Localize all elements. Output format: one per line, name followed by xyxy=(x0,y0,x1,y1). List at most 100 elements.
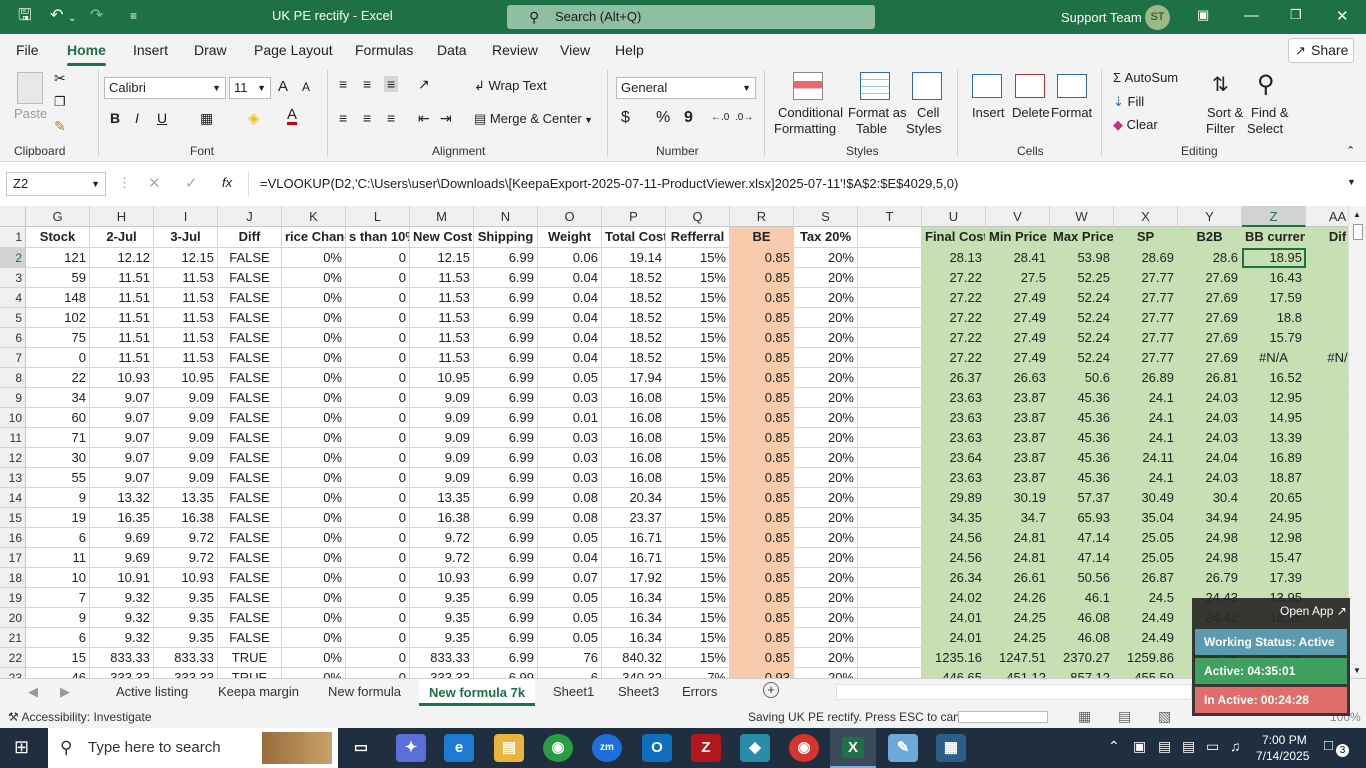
table-cell[interactable]: 333.33 xyxy=(410,668,474,678)
tab-home[interactable]: Home xyxy=(67,42,106,66)
avatar[interactable]: ST xyxy=(1145,5,1170,30)
table-cell[interactable]: 6.99 xyxy=(474,328,538,348)
table-cell[interactable]: 53.98 xyxy=(1050,248,1114,268)
table-cell[interactable]: 27.69 xyxy=(1178,288,1242,308)
table-cell[interactable]: -1 xyxy=(1306,328,1348,348)
table-cell[interactable]: 23.63 xyxy=(922,408,986,428)
table-cell[interactable]: 27.77 xyxy=(1114,308,1178,328)
table-cell[interactable]: 20% xyxy=(794,328,858,348)
name-box[interactable]: Z2 ▼ xyxy=(6,172,106,196)
header-cell[interactable]: Refferral xyxy=(666,227,730,248)
table-cell[interactable]: 10 xyxy=(26,568,90,588)
tab-scroll-left-icon[interactable]: ◀ xyxy=(28,684,38,700)
table-cell[interactable]: 6.99 xyxy=(474,508,538,528)
table-cell[interactable]: 0% xyxy=(282,528,346,548)
table-cell[interactable]: 15% xyxy=(666,528,730,548)
align-middle-icon[interactable]: ≡ xyxy=(363,76,371,92)
decrease-indent-icon[interactable]: ⇤ xyxy=(418,110,430,127)
table-cell[interactable]: 12.15 xyxy=(410,248,474,268)
table-cell[interactable]: 45.36 xyxy=(1050,468,1114,488)
table-cell[interactable]: 15% xyxy=(666,368,730,388)
row-header[interactable]: 22 xyxy=(0,648,26,668)
table-cell[interactable]: 0% xyxy=(282,288,346,308)
table-cell[interactable]: 16.08 xyxy=(602,388,666,408)
table-cell[interactable]: 16.34 xyxy=(602,628,666,648)
table-cell[interactable]: 30.4 xyxy=(1178,488,1242,508)
header-cell[interactable]: Shipping xyxy=(474,227,538,248)
table-cell[interactable]: 20% xyxy=(794,388,858,408)
table-cell[interactable]: 20% xyxy=(794,588,858,608)
table-cell[interactable]: 24.98 xyxy=(1178,528,1242,548)
table-cell[interactable]: 0% xyxy=(282,628,346,648)
table-cell[interactable] xyxy=(858,568,922,588)
row-header[interactable]: 3 xyxy=(0,268,26,288)
conditional-formatting-icon[interactable] xyxy=(793,72,823,100)
row-header[interactable]: 14 xyxy=(0,488,26,508)
table-cell[interactable]: 9.09 xyxy=(410,408,474,428)
column-header[interactable]: W xyxy=(1050,206,1114,227)
table-cell[interactable]: 76 xyxy=(538,648,602,668)
fill-button[interactable]: ⇣ Fill xyxy=(1113,94,1144,110)
table-cell[interactable]: -10 xyxy=(1306,428,1348,448)
table-cell[interactable]: 10.95 xyxy=(410,368,474,388)
table-cell[interactable]: 12.15 xyxy=(154,248,218,268)
table-cell[interactable]: -9 xyxy=(1306,408,1348,428)
increase-font-icon[interactable]: A xyxy=(278,78,288,95)
table-cell[interactable]: 16.08 xyxy=(602,468,666,488)
table-cell[interactable]: 28.41 xyxy=(986,248,1050,268)
table-cell[interactable]: 9.07 xyxy=(90,388,154,408)
table-cell[interactable]: -11 xyxy=(1306,528,1348,548)
table-cell[interactable]: 18.52 xyxy=(602,328,666,348)
sheet-tab-new-formula-7k[interactable]: New formula 7k xyxy=(419,679,536,706)
table-cell[interactable]: 13.35 xyxy=(410,488,474,508)
table-cell[interactable]: 9.72 xyxy=(154,528,218,548)
table-cell[interactable]: 20% xyxy=(794,628,858,648)
table-cell[interactable]: 18.87 xyxy=(1242,468,1306,488)
column-header[interactable]: V xyxy=(986,206,1050,227)
restore-icon[interactable]: ❐ xyxy=(1290,7,1302,23)
sheet-tab-active-listing[interactable]: Active listing xyxy=(116,684,188,699)
display-icon[interactable]: ▭ xyxy=(1206,738,1219,755)
table-cell[interactable]: 0% xyxy=(282,668,346,678)
table-cell[interactable]: 24.1 xyxy=(1114,468,1178,488)
clock-time[interactable]: 7:00 PM xyxy=(1262,733,1307,747)
column-header[interactable]: R xyxy=(730,206,794,227)
table-cell[interactable]: 24.04 xyxy=(1178,448,1242,468)
table-cell[interactable]: 24.81 xyxy=(986,548,1050,568)
table-cell[interactable]: 15% xyxy=(666,288,730,308)
table-cell[interactable]: 0.85 xyxy=(730,368,794,388)
table-cell[interactable]: 11.51 xyxy=(90,308,154,328)
table-cell[interactable]: FALSE xyxy=(218,388,282,408)
chrome-profile-icon[interactable]: ◉ xyxy=(789,734,819,762)
table-cell[interactable]: 0 xyxy=(346,428,410,448)
scroll-down-icon[interactable]: ▼ xyxy=(1353,666,1361,675)
column-header[interactable]: G xyxy=(26,206,90,227)
camera-icon[interactable]: ▣ xyxy=(1133,738,1146,755)
column-header[interactable]: K xyxy=(282,206,346,227)
horizontal-scrollbar[interactable] xyxy=(836,684,1192,700)
table-cell[interactable]: 0% xyxy=(282,368,346,388)
table-cell[interactable]: 0 xyxy=(346,268,410,288)
table-cell[interactable]: 27.77 xyxy=(1114,288,1178,308)
close-icon[interactable]: ✕ xyxy=(1336,7,1349,25)
font-color-icon[interactable]: A xyxy=(287,107,298,125)
sheet-tab-new-formula[interactable]: New formula xyxy=(328,684,401,699)
table-cell[interactable]: 6.99 xyxy=(474,628,538,648)
table-cell[interactable]: 27.69 xyxy=(1178,268,1242,288)
header-cell[interactable]: B2B xyxy=(1178,227,1242,248)
windows-start-icon[interactable]: ⊞ xyxy=(14,737,29,758)
table-cell[interactable]: -10 xyxy=(1306,368,1348,388)
table-cell[interactable]: 24.03 xyxy=(1178,408,1242,428)
table-cell[interactable]: 28.13 xyxy=(922,248,986,268)
table-cell[interactable]: 0.93 xyxy=(730,668,794,678)
bold-button[interactable]: B xyxy=(110,110,120,126)
table-cell[interactable]: 25.05 xyxy=(1114,528,1178,548)
table-cell[interactable]: - xyxy=(1306,468,1348,488)
header-cell[interactable]: Total Cost xyxy=(602,227,666,248)
page-break-icon[interactable]: ▧ xyxy=(1158,708,1171,725)
row-header[interactable]: 9 xyxy=(0,388,26,408)
table-cell[interactable]: 35.04 xyxy=(1114,508,1178,528)
table-cell[interactable]: 0% xyxy=(282,568,346,588)
tab-page-layout[interactable]: Page Layout xyxy=(254,42,333,58)
borders-icon[interactable]: ▦ xyxy=(200,110,213,127)
